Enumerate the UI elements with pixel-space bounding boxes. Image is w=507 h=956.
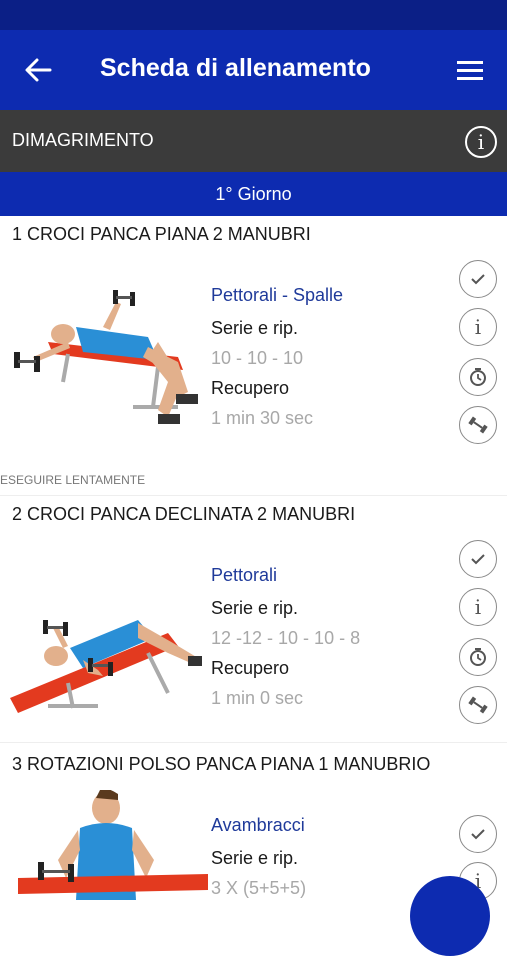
- rest-value: 1 min 0 sec: [211, 688, 304, 708]
- program-bar: DIMAGRIMENTO: [0, 110, 507, 172]
- muscle-group: Pettorali: [211, 565, 278, 585]
- info-button[interactable]: i: [459, 588, 497, 626]
- exercise-title[interactable]: 3 ROTAZIONI POLSO PANCA PIANA 1 MANUBRIO: [12, 754, 430, 775]
- complete-button[interactable]: [459, 540, 497, 578]
- info-icon: i: [474, 595, 482, 619]
- weights-button[interactable]: [459, 406, 497, 444]
- check-icon: [471, 829, 485, 840]
- complete-button[interactable]: [459, 260, 497, 298]
- weights-button[interactable]: [459, 686, 497, 724]
- rest-label: Recupero: [211, 658, 290, 678]
- muscle-group: Pettorali - Spalle: [211, 285, 344, 305]
- dumbbell-icon: [468, 696, 488, 714]
- timer-button[interactable]: [459, 358, 497, 396]
- sets-value: 10 - 10 - 10: [211, 348, 304, 368]
- dumbbell-icon: [468, 416, 488, 434]
- divider: [0, 495, 507, 496]
- program-name: DIMAGRIMENTO: [12, 130, 154, 150]
- exercise-illustration: [10, 620, 202, 713]
- info-button[interactable]: i: [459, 308, 497, 346]
- info-icon[interactable]: i: [465, 126, 497, 158]
- status-bar: [0, 0, 507, 30]
- timer-icon: [470, 368, 486, 386]
- exercise-illustration: [18, 790, 208, 900]
- timer-button[interactable]: [459, 638, 497, 676]
- day-tab[interactable]: 1° Giorno: [0, 172, 507, 216]
- complete-button[interactable]: [459, 815, 497, 853]
- sets-label: Serie e rip.: [211, 598, 299, 618]
- exercise-title[interactable]: 1 CROCI PANCA PIANA 2 MANUBRI: [12, 224, 311, 245]
- timer-icon: [470, 648, 486, 666]
- hamburger-menu-icon[interactable]: [456, 58, 484, 82]
- back-arrow-icon[interactable]: [24, 56, 52, 84]
- check-icon: [471, 274, 485, 285]
- sets-value: 3 X (5+5+5): [211, 878, 307, 898]
- sets-value: 12 -12 - 10 - 10 - 8: [211, 628, 361, 648]
- divider: [0, 742, 507, 743]
- exercise-note: ESEGUIRE LENTAMENTE: [0, 473, 146, 487]
- floating-action-button[interactable]: [410, 876, 490, 956]
- app-bar: Scheda di allenamento: [0, 30, 507, 110]
- info-icon: i: [474, 315, 482, 339]
- rest-value: 1 min 30 sec: [211, 408, 314, 428]
- exercise-title[interactable]: 2 CROCI PANCA DECLINATA 2 MANUBRI: [12, 504, 355, 525]
- check-icon: [471, 554, 485, 565]
- page-title: Scheda di allenamento: [100, 54, 371, 82]
- exercise-illustration: [14, 290, 198, 424]
- sets-label: Serie e rip.: [211, 318, 299, 338]
- muscle-group: Avambracci: [211, 815, 305, 835]
- rest-label: Recupero: [211, 378, 290, 398]
- sets-label: Serie e rip.: [211, 848, 299, 868]
